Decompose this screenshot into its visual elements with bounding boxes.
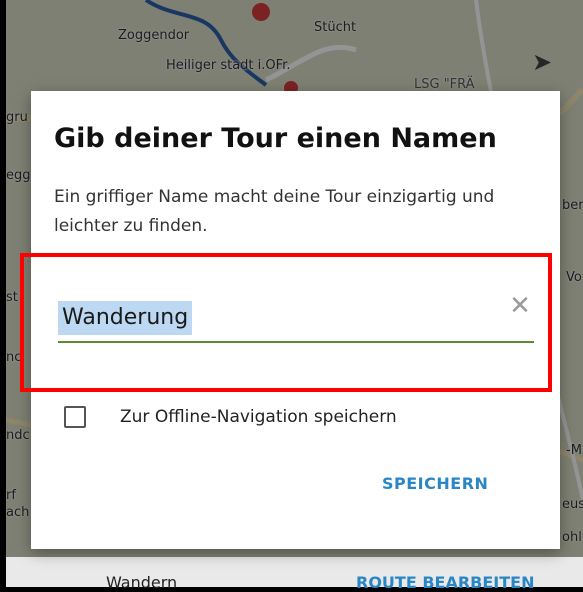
bottom-bar-activity[interactable]: Wandern (106, 573, 177, 592)
offline-navigation-checkbox[interactable] (64, 406, 86, 428)
edit-route-button[interactable]: ROUTE BEARBEITEN (356, 573, 534, 592)
highlight-box (20, 253, 552, 392)
save-button[interactable]: SPEICHERN (382, 470, 488, 498)
bottom-bar: Wandern ROUTE BEARBEITEN (6, 557, 583, 592)
dialog-title: Gib deiner Tour einen Namen (54, 123, 497, 154)
offline-navigation-label[interactable]: Zur Offline-Navigation speichern (120, 404, 397, 430)
dialog-subtitle: Ein griffiger Name macht deine Tour einz… (54, 187, 495, 236)
